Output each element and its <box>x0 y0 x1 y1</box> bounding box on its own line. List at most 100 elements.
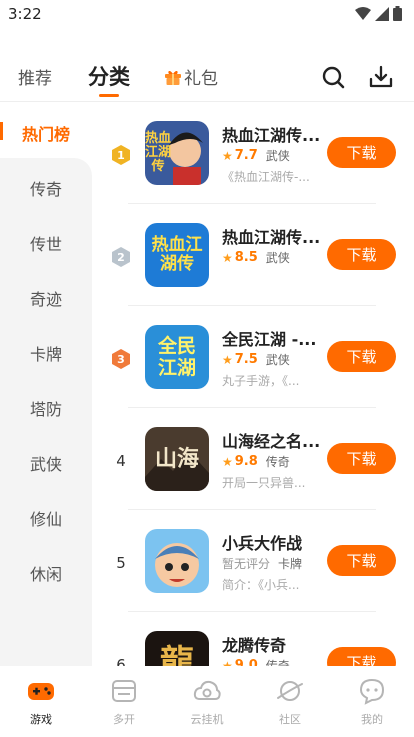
list-item[interactable]: 5 小兵大作战 暂无评分 卡牌 简介：《小兵... 下载 <box>92 510 414 612</box>
rank-number: 4 <box>116 452 126 470</box>
bottom-nav: 游戏 多开 云挂机 社区 我的 <box>0 666 414 737</box>
game-meta: 暂无评分 卡牌 <box>222 555 302 572</box>
nav-mine[interactable]: 我的 <box>342 676 402 727</box>
sidebar-item-xiuxian[interactable]: 修仙 <box>0 506 92 530</box>
star-icon: ★ <box>222 454 233 469</box>
download-button[interactable]: 下载 <box>327 545 396 576</box>
game-genre: 武侠 <box>265 251 290 265</box>
game-name: 山海经之名... <box>222 432 321 451</box>
game-genre: 传奇 <box>265 659 290 666</box>
search-icon[interactable] <box>320 64 346 90</box>
game-thumbnail[interactable]: 山海 <box>145 427 209 491</box>
rank-badge-silver: 2 <box>110 246 132 268</box>
sidebar-item-legend[interactable]: 传奇 <box>0 176 92 200</box>
rank-number: 1 <box>117 149 125 162</box>
sidebar-item-card[interactable]: 卡牌 <box>0 341 92 365</box>
rank-number: 6 <box>116 656 126 666</box>
game-name: 龙腾传奇 <box>222 636 287 655</box>
tab-category[interactable]: 分类 <box>88 61 130 91</box>
game-meta: ★ 9.0 传奇 <box>222 657 290 666</box>
star-icon: ★ <box>222 658 233 667</box>
thumbnail-text: 全民江湖 <box>157 335 196 379</box>
rank-badge-gold: 1 <box>110 144 132 166</box>
thumbnail-text: 热血江湖传 <box>151 235 203 274</box>
gift-icon <box>165 70 181 85</box>
sidebar-item-chuanshi[interactable]: 传世 <box>0 231 92 255</box>
battery-icon <box>393 6 402 21</box>
nav-cloud-label: 云挂机 <box>190 713 224 726</box>
thumbnail-text: 山海 <box>154 446 199 472</box>
nav-community-label: 社区 <box>279 713 301 726</box>
sidebar-item-miracle[interactable]: 奇迹 <box>0 286 92 310</box>
status-icons <box>355 6 402 21</box>
game-score: 7.5 <box>234 352 258 367</box>
game-meta: ★ 9.8 传奇 <box>222 453 290 470</box>
game-score: 8.5 <box>234 250 258 265</box>
game-thumbnail[interactable]: 热血江湖传 <box>145 223 209 287</box>
download-button[interactable]: 下载 <box>327 137 396 168</box>
list-item[interactable]: 4 山海 山海经之名... ★ 9.8 传奇 开局一只异兽... 下载 <box>92 408 414 510</box>
planet-icon <box>277 681 303 701</box>
nav-games[interactable]: 游戏 <box>11 676 71 727</box>
game-meta: ★ 8.5 武侠 <box>222 249 290 266</box>
game-desc: 《热血江湖传-... <box>222 170 310 184</box>
game-score: 7.7 <box>234 148 258 163</box>
sidebar-item-wuxia[interactable]: 武侠 <box>0 451 92 475</box>
game-genre: 传奇 <box>265 455 290 469</box>
game-meta: ★ 7.5 武侠 <box>222 351 290 368</box>
game-name: 全民江湖 -... <box>222 330 317 349</box>
game-meta: ★ 7.7 武侠 <box>222 147 290 164</box>
nav-games-label: 游戏 <box>30 713 52 726</box>
game-thumbnail[interactable]: 龍 <box>145 631 209 666</box>
list-item[interactable]: 2 热血江湖传 热血江湖传... ★ 8.5 武侠 下载 <box>92 204 414 306</box>
thumbnail-text: 热血江湖传 <box>145 131 172 174</box>
download-manager-icon[interactable] <box>368 64 394 90</box>
no-score-label: 暂无评分 <box>222 557 271 571</box>
tab-recommend[interactable]: 推荐 <box>18 64 52 89</box>
nav-mine-label: 我的 <box>361 713 383 726</box>
cloud-icon <box>193 680 221 700</box>
nav-multi[interactable]: 多开 <box>94 676 154 727</box>
sidebar-item-tower-defense[interactable]: 塔防 <box>0 396 92 420</box>
game-thumbnail[interactable]: 全民江湖 <box>145 325 209 389</box>
star-icon: ★ <box>222 148 233 163</box>
download-button[interactable]: 下载 <box>327 239 396 270</box>
list-item[interactable]: 6 龍 龙腾传奇 ★ 9.0 传奇 下载 <box>92 612 414 666</box>
game-name: 热血江湖传... <box>222 228 321 247</box>
list-item[interactable]: 3 全民江湖 全民江湖 -... ★ 7.5 武侠 丸子手游，《... 下载 <box>92 306 414 408</box>
game-name: 小兵大作战 <box>222 534 303 553</box>
nav-community[interactable]: 社区 <box>260 676 320 727</box>
rank-number: 3 <box>117 353 125 366</box>
game-list: 1 热血江湖传 热血江湖传... ★ 7.7 武侠 《热血江湖传-... 下载 … <box>92 102 414 666</box>
game-score: 9.0 <box>234 658 258 666</box>
star-icon: ★ <box>222 352 233 367</box>
game-genre: 卡牌 <box>278 557 303 571</box>
star-icon: ★ <box>222 250 233 265</box>
nav-cloud[interactable]: 云挂机 <box>177 676 237 727</box>
game-score: 9.8 <box>234 454 258 469</box>
profile-icon <box>359 678 385 705</box>
nav-multi-label: 多开 <box>113 713 135 726</box>
status-bar: 3:22 <box>0 0 414 30</box>
game-thumbnail[interactable]: 热血江湖传 <box>145 121 209 185</box>
game-thumbnail[interactable] <box>145 529 209 593</box>
sidebar-item-casual[interactable]: 休闲 <box>0 561 92 585</box>
rank-number: 5 <box>116 554 126 572</box>
signal-icon <box>375 6 389 21</box>
multi-window-icon <box>112 680 136 702</box>
wifi-icon <box>355 6 371 20</box>
top-tabs: 推荐 分类 礼包 <box>0 52 414 102</box>
download-button[interactable]: 下载 <box>327 443 396 474</box>
tab-gift[interactable]: 礼包 <box>164 64 218 89</box>
download-button[interactable]: 下载 <box>327 341 396 372</box>
rank-number: 2 <box>117 251 125 264</box>
sidebar-item-hot[interactable]: 热门榜 <box>0 121 92 145</box>
game-genre: 武侠 <box>265 353 290 367</box>
download-button[interactable]: 下载 <box>327 647 396 666</box>
status-time: 3:22 <box>8 5 42 23</box>
game-desc: 简介：《小兵... <box>222 578 300 592</box>
game-name: 热血江湖传... <box>222 126 321 145</box>
game-desc: 开局一只异兽... <box>222 476 306 490</box>
list-item[interactable]: 1 热血江湖传 热血江湖传... ★ 7.7 武侠 《热血江湖传-... 下载 <box>92 102 414 204</box>
thumbnail-text: 龍 <box>160 642 194 667</box>
